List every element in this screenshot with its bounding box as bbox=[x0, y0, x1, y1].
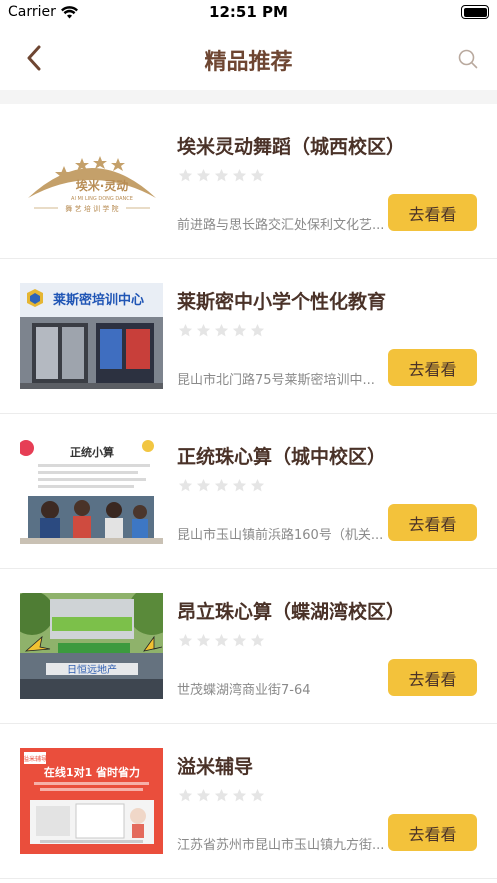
rating-stars bbox=[178, 788, 265, 803]
star-icon bbox=[250, 323, 265, 337]
poster-brand: 溢米辅导 bbox=[23, 755, 47, 763]
status-bar: Carrier 12:51 PM bbox=[0, 0, 497, 26]
item-address: 世茂蝶湖湾商业街7-64 bbox=[177, 683, 311, 698]
page-title: 精品推荐 bbox=[204, 50, 293, 75]
star-icon bbox=[214, 633, 229, 647]
item-address: 江苏省苏州市昆山市玉山镇九方街... bbox=[177, 838, 385, 853]
rating-stars bbox=[178, 323, 265, 338]
star-icon bbox=[214, 168, 229, 182]
training-center-photo: 莱斯密培训中心 bbox=[20, 283, 163, 389]
search-icon bbox=[458, 49, 478, 69]
battery-icon bbox=[461, 5, 489, 19]
star-icon bbox=[250, 478, 265, 492]
list-item[interactable]: 埃米·灵动 AI MI LING DONG DANCE 舞 艺 培 训 学 院 … bbox=[0, 104, 497, 259]
item-title: 正统珠心算（城中校区） bbox=[177, 446, 387, 468]
star-icon bbox=[178, 323, 193, 337]
star-icon bbox=[232, 323, 247, 337]
list-item[interactable]: 正统小算 正统珠心算（城中校区） 昆山市玉山镇前浜路160号（机关... 去看看 bbox=[0, 414, 497, 569]
star-icon bbox=[178, 168, 193, 182]
list-item[interactable]: 莱斯密培训中心 莱斯密中小学个性化教育 昆山市北门路75号莱斯密培训中... 去… bbox=[0, 259, 497, 414]
star-icon bbox=[232, 168, 247, 182]
search-button[interactable] bbox=[455, 46, 481, 72]
star-icon bbox=[214, 323, 229, 337]
banner-text: 正统小算 bbox=[70, 445, 114, 459]
item-address: 昆山市北门路75号莱斯密培训中... bbox=[177, 373, 375, 388]
star-icon bbox=[196, 788, 211, 802]
item-title: 莱斯密中小学个性化教育 bbox=[177, 291, 387, 313]
star-icon bbox=[196, 633, 211, 647]
logo-tag-text: 舞 艺 培 训 学 院 bbox=[65, 204, 118, 213]
star-icon bbox=[232, 633, 247, 647]
logo-main-text: 埃米·灵动 bbox=[76, 178, 129, 193]
star-icon bbox=[178, 633, 193, 647]
view-button[interactable]: 去看看 bbox=[388, 349, 477, 386]
item-title: 埃米灵动舞蹈（城西校区） bbox=[177, 136, 406, 158]
star-icon bbox=[214, 788, 229, 802]
star-icon bbox=[196, 168, 211, 182]
item-title: 溢米辅导 bbox=[177, 756, 254, 778]
item-address: 昆山市玉山镇前浜路160号（机关... bbox=[177, 528, 384, 543]
storefront-photo: 日恒远地产 bbox=[20, 593, 163, 699]
poster-headline: 在线1对1 省时省力 bbox=[44, 765, 140, 779]
clock: 12:51 PM bbox=[209, 3, 288, 21]
star-icon bbox=[178, 788, 193, 802]
view-button[interactable]: 去看看 bbox=[388, 194, 477, 231]
tutoring-poster: 溢米辅导 在线1对1 省时省力 bbox=[20, 748, 163, 854]
abacus-school-photo: 正统小算 bbox=[20, 438, 163, 544]
star-icon bbox=[250, 633, 265, 647]
star-icon bbox=[250, 168, 265, 182]
navigation-bar: 精品推荐 bbox=[0, 26, 497, 90]
shop-sign-text: 日恒远地产 bbox=[67, 663, 117, 676]
star-icon bbox=[232, 788, 247, 802]
list-item[interactable]: 日恒远地产 昂立珠心算（蝶湖湾校区） 世茂蝶湖湾商业街7-64 去看看 bbox=[0, 569, 497, 724]
recommendation-list: 埃米·灵动 AI MI LING DONG DANCE 舞 艺 培 训 学 院 … bbox=[0, 104, 497, 879]
star-icon bbox=[196, 323, 211, 337]
star-icon bbox=[250, 788, 265, 802]
view-button[interactable]: 去看看 bbox=[388, 814, 477, 851]
rating-stars bbox=[178, 478, 265, 493]
star-icon bbox=[178, 478, 193, 492]
section-divider bbox=[0, 90, 497, 104]
view-button[interactable]: 去看看 bbox=[388, 659, 477, 696]
item-title: 昂立珠心算（蝶湖湾校区） bbox=[177, 601, 406, 623]
star-icon bbox=[232, 478, 247, 492]
logo-sub-text: AI MI LING DONG DANCE bbox=[71, 196, 133, 202]
sign-text: 莱斯密培训中心 bbox=[53, 292, 144, 308]
rating-stars bbox=[178, 168, 265, 183]
rating-stars bbox=[178, 633, 265, 648]
view-button[interactable]: 去看看 bbox=[388, 504, 477, 541]
list-item[interactable]: 溢米辅导 在线1对1 省时省力 溢米辅导 江苏省苏州市昆山市玉山镇九方街... … bbox=[0, 724, 497, 879]
item-address: 前进路与思长路交汇处保利文化艺... bbox=[177, 218, 385, 233]
battery-level bbox=[463, 7, 487, 17]
star-icon bbox=[214, 478, 229, 492]
dance-school-logo: 埃米·灵动 AI MI LING DONG DANCE 舞 艺 培 训 学 院 bbox=[20, 128, 163, 234]
star-icon bbox=[196, 478, 211, 492]
